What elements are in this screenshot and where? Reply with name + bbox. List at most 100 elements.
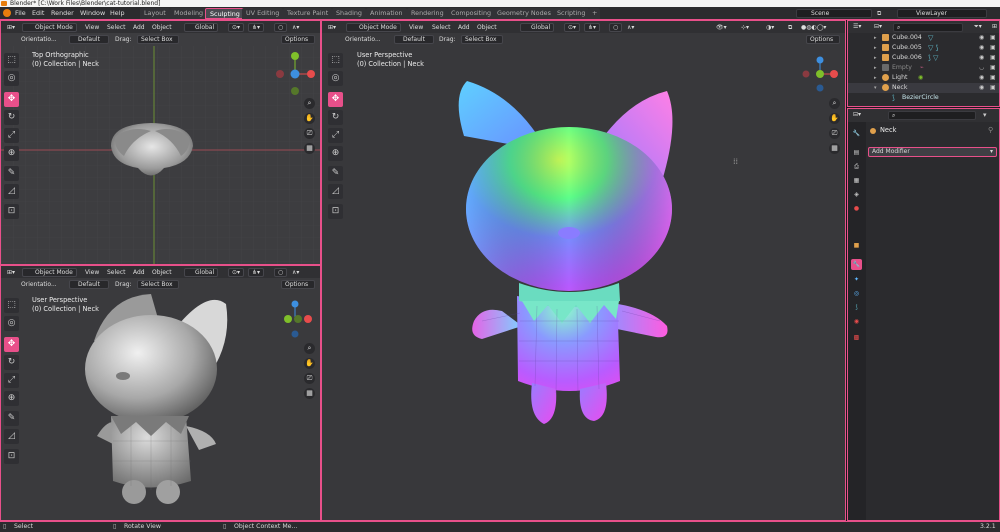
pin-icon[interactable]: ⚲	[988, 126, 993, 134]
modifier-tab-icon[interactable]: 🔧	[851, 259, 862, 270]
transform-orientation[interactable]: Global	[520, 23, 555, 32]
menu-help[interactable]: Help	[110, 8, 125, 19]
collapse-arrow-icon[interactable]: ▾	[874, 83, 877, 93]
snap-icon[interactable]: ⋔▾	[584, 23, 601, 32]
cursor-tool[interactable]: ◎	[4, 71, 19, 86]
add-cube-tool[interactable]: ⊡	[4, 449, 19, 464]
editor-type-icon[interactable]: ⊟▾	[849, 110, 865, 119]
measure-tool[interactable]: ◿	[328, 184, 343, 199]
rotate-tool[interactable]: ↻	[328, 110, 343, 125]
filter-icon[interactable]: ⏷▾	[970, 22, 986, 31]
transform-tool[interactable]: ⊕	[328, 146, 343, 161]
zoom-icon[interactable]: ⌕	[304, 343, 315, 354]
output-tab-icon[interactable]: ⎙	[851, 161, 862, 172]
render-tab-icon[interactable]: ▤	[851, 147, 862, 158]
outliner-item[interactable]: ▸ Cube.004 ▽ ◉ ▣	[848, 33, 999, 43]
cursor-tool[interactable]: ◎	[328, 71, 343, 86]
camera-render-icon[interactable]: ▣	[990, 73, 996, 83]
options-dropdown-icon[interactable]: ▾	[983, 111, 987, 119]
eye-icon[interactable]: ◉	[979, 43, 984, 53]
outliner-search-input[interactable]: ⌕	[893, 23, 963, 32]
proportional-icon[interactable]: ○	[274, 23, 288, 32]
add-modifier-button[interactable]: Add Modifier ▾	[868, 147, 997, 157]
menu-view[interactable]: View	[409, 23, 423, 32]
menu-object[interactable]: Object	[152, 268, 172, 277]
options-button[interactable]: Options	[281, 35, 315, 44]
scale-tool[interactable]: ⤢	[4, 128, 19, 143]
tab-scripting[interactable]: Scripting	[553, 8, 590, 19]
gizmo-toggle-icon[interactable]: ⊹▾	[737, 23, 753, 32]
annotate-tool[interactable]: ✎	[4, 411, 19, 426]
cursor-tool[interactable]: ◎	[4, 316, 19, 331]
eye-icon[interactable]: ◉	[979, 73, 984, 83]
drag-selector[interactable]: Select Box	[137, 280, 179, 289]
outliner-item[interactable]: ▸ Cube.005 ▽ ⟆ ◉ ▣	[848, 43, 999, 53]
move-tool[interactable]: ✥	[4, 337, 19, 352]
data-tab-icon[interactable]: ◉	[851, 316, 862, 327]
drag-selector[interactable]: Select Box	[137, 35, 179, 44]
camera-render-icon[interactable]: ▣	[990, 33, 996, 43]
camera-render-icon[interactable]: ▣	[990, 53, 996, 63]
mode-selector[interactable]: Object Mode	[346, 23, 401, 32]
xray-icon[interactable]: ⧉	[784, 23, 796, 32]
menu-add[interactable]: Add	[458, 23, 470, 32]
options-button[interactable]: Options	[806, 35, 840, 44]
tool-tab-icon[interactable]: 🔧	[851, 128, 862, 139]
zoom-icon[interactable]: ⌕	[829, 98, 840, 109]
shading-solid-icon[interactable]: ●◍◐◯▾	[797, 23, 830, 32]
menu-view[interactable]: View	[85, 23, 99, 32]
menu-select[interactable]: Select	[107, 268, 126, 277]
tab-sculpting[interactable]: Sculpting	[205, 8, 245, 19]
tab-shading[interactable]: Shading	[332, 8, 366, 19]
scene-tab-icon[interactable]: ◈	[851, 189, 862, 200]
tab-geometry-nodes[interactable]: Geometry Nodes	[493, 8, 555, 19]
orientation-selector[interactable]: Default	[69, 280, 109, 289]
world-tab-icon[interactable]: ●	[851, 203, 862, 214]
new-collection-icon[interactable]: ⊞	[988, 22, 999, 31]
expand-arrow-icon[interactable]: ▸	[874, 33, 877, 43]
viewport-bottom-perspective[interactable]: ⊞▾ Object Mode View Select Add Object Gl…	[0, 265, 321, 521]
pan-hand-icon[interactable]: ✋	[304, 113, 315, 124]
ortho-grid-icon[interactable]: ▦	[304, 388, 315, 399]
menu-object[interactable]: Object	[477, 23, 497, 32]
falloff-icon[interactable]: ∧▾	[623, 23, 638, 32]
tab-modeling[interactable]: Modeling	[170, 8, 208, 19]
camera-render-icon[interactable]: ▣	[990, 63, 996, 73]
pan-hand-icon[interactable]: ✋	[829, 113, 840, 124]
select-box-tool[interactable]: ⬚	[4, 298, 19, 313]
transform-tool[interactable]: ⊕	[4, 146, 19, 161]
eye-icon[interactable]: ◉	[979, 53, 984, 63]
outliner-item-selected[interactable]: ▾ Neck ◉ ▣	[848, 83, 999, 93]
expand-arrow-icon[interactable]: ▸	[874, 63, 877, 73]
view-layer-tab-icon[interactable]: ▦	[851, 175, 862, 186]
properties-search-input[interactable]: ⌕	[888, 111, 976, 120]
add-workspace-button[interactable]: +	[589, 8, 601, 19]
move-tool[interactable]: ✥	[4, 92, 19, 107]
blender-menu-icon[interactable]	[3, 9, 11, 17]
add-cube-tool[interactable]: ⊡	[4, 204, 19, 219]
viewport-main-perspective[interactable]: ⁞⁞ ⊞▾ Object Mode View Select Add Object…	[321, 20, 846, 521]
outliner-item[interactable]: ▸ Light ◉ ◉ ▣	[848, 73, 999, 83]
orientation-selector[interactable]: Default	[69, 35, 109, 44]
object-tab-icon[interactable]: ■	[851, 240, 862, 251]
camera-render-icon[interactable]: ▣	[990, 43, 996, 53]
eye-icon[interactable]: ◉	[979, 33, 984, 43]
menu-view[interactable]: View	[85, 268, 99, 277]
scene-copy-icon[interactable]: ⧉	[877, 10, 881, 18]
ortho-grid-icon[interactable]: ▦	[829, 143, 840, 154]
move-tool[interactable]: ✥	[328, 92, 343, 107]
add-cube-tool[interactable]: ⊡	[328, 204, 343, 219]
drag-selector[interactable]: Select Box	[461, 35, 503, 44]
menu-window[interactable]: Window	[80, 8, 105, 19]
tab-compositing[interactable]: Compositing	[447, 8, 496, 19]
mode-selector[interactable]: Object Mode	[22, 23, 77, 32]
menu-select[interactable]: Select	[107, 23, 126, 32]
menu-add[interactable]: Add	[133, 268, 145, 277]
mode-selector[interactable]: Object Mode	[22, 268, 77, 277]
editor-type-icon[interactable]: ⊞▾	[3, 268, 19, 277]
outliner-item[interactable]: ▸ Empty ⌁ ◡ ▣	[848, 63, 999, 73]
tab-uv-editing[interactable]: UV Editing	[242, 8, 284, 19]
pivot-icon[interactable]: ⊙▾	[228, 23, 245, 32]
expand-arrow-icon[interactable]: ▸	[874, 53, 877, 63]
measure-tool[interactable]: ◿	[4, 429, 19, 444]
